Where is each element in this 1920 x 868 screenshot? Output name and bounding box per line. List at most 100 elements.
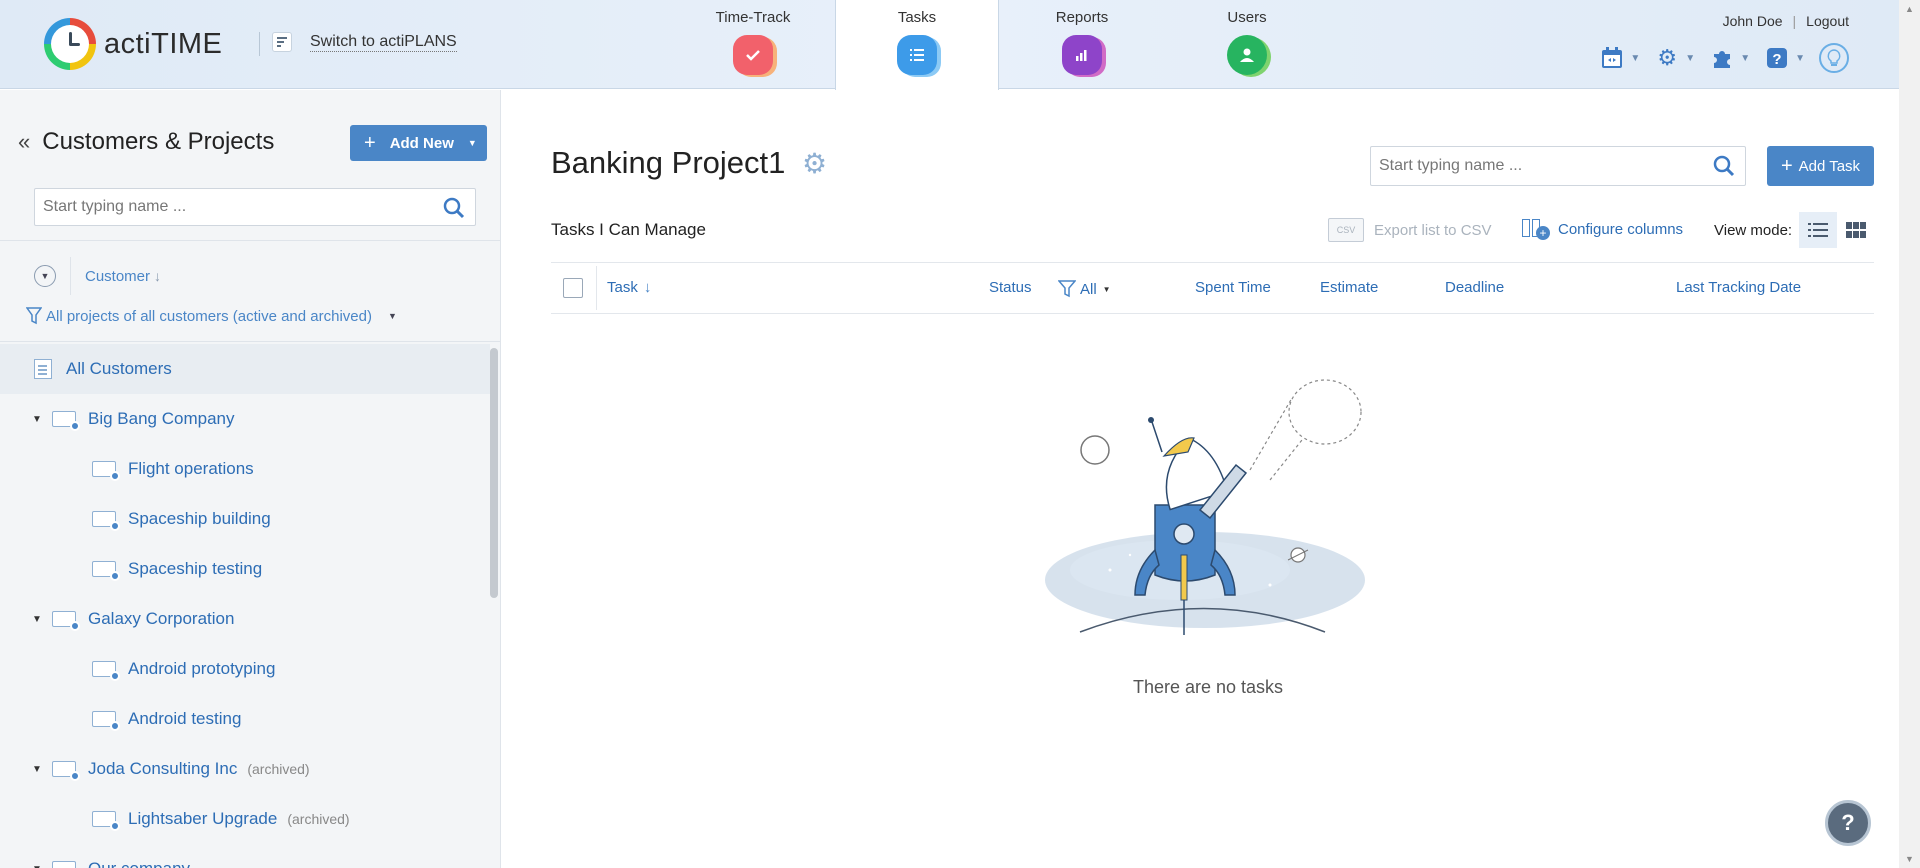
check-icon (733, 35, 773, 75)
tab-users[interactable]: Users (1195, 0, 1299, 89)
tab-time-track[interactable]: Time-Track (701, 0, 805, 89)
scroll-up-arrow-icon[interactable]: ▲ (1905, 4, 1914, 14)
settings-menu[interactable]: ⚙ ▼ (1654, 45, 1695, 71)
lightbulb-icon[interactable] (1819, 43, 1849, 73)
sort-arrow-icon: ↓ (643, 279, 652, 296)
actitime-logo[interactable]: actiTIME (44, 18, 222, 70)
customer-item[interactable]: ▼ Big Bang Company (0, 394, 490, 444)
tab-time-track-label: Time-Track (715, 9, 791, 26)
tab-reports-label: Reports (1055, 9, 1109, 26)
project-folder-icon (92, 509, 120, 531)
project-item[interactable]: Flight operations (0, 444, 490, 494)
filter-icon (26, 307, 42, 325)
sort-arrow-icon: ↓ (154, 268, 162, 284)
export-label: Export list to CSV (1374, 221, 1492, 239)
configure-columns-link[interactable]: + Configure columns (1522, 218, 1683, 240)
divider (0, 240, 500, 241)
task-search-field[interactable] (1370, 146, 1751, 186)
project-item[interactable]: Lightsaber Upgrade (archived) (0, 794, 490, 844)
search-icon[interactable] (443, 197, 465, 219)
project-item[interactable]: Spaceship testing (0, 544, 490, 594)
column-header-deadline[interactable]: Deadline (1445, 279, 1504, 296)
tree-scrollbar[interactable] (490, 348, 498, 598)
project-item[interactable]: Spaceship building (0, 494, 490, 544)
archived-tag: (archived) (287, 811, 350, 827)
logo-text: actiTIME (104, 27, 223, 60)
project-folder-icon (92, 459, 120, 481)
project-item[interactable]: Android testing (0, 694, 490, 744)
header-divider (259, 32, 260, 56)
customer-search-input[interactable] (35, 189, 415, 225)
tab-tasks[interactable]: Tasks (835, 0, 999, 90)
list-view-button[interactable] (1799, 212, 1837, 248)
column-header-spent-time[interactable]: Spent Time (1195, 279, 1271, 296)
chevron-down-icon: ▼ (1795, 52, 1805, 64)
switch-to-actiplans-link[interactable]: Switch to actiPLANS (272, 32, 457, 52)
sort-row: ▼ Customer ↓ (34, 257, 161, 295)
project-filter[interactable]: All projects of all customers (active an… (26, 306, 397, 326)
clock-logo-icon (44, 18, 96, 70)
search-icon[interactable] (1713, 155, 1735, 177)
customer-item[interactable]: ▼ Galaxy Corporation (0, 594, 490, 644)
logout-link[interactable]: Logout (1806, 13, 1849, 29)
help-menu[interactable]: ? ▼ (1764, 45, 1805, 71)
customer-search-field[interactable] (34, 188, 476, 226)
customer-folder-icon (52, 859, 78, 868)
filter-label: All projects of all customers (active an… (46, 307, 372, 325)
add-new-button[interactable]: + Add New ▼ (350, 125, 487, 161)
column-header-task[interactable]: Task ↓ (607, 279, 651, 296)
grid-view-button[interactable] (1837, 212, 1875, 248)
column-header-status[interactable]: Status (989, 279, 1032, 296)
add-task-label: Add Task (1798, 157, 1861, 175)
panel-title: « Customers & Projects (18, 128, 274, 156)
divider (551, 262, 1874, 263)
expand-toggle-icon[interactable]: ▼ (32, 864, 48, 868)
panel-title-text: Customers & Projects (42, 128, 275, 155)
list-doc-icon (34, 359, 52, 379)
project-folder-icon (92, 659, 120, 681)
scroll-down-arrow-icon[interactable]: ▼ (1905, 854, 1914, 864)
grid-view-icon (1846, 222, 1866, 238)
task-search-input[interactable] (1371, 147, 1751, 185)
sort-by-customer[interactable]: Customer (85, 268, 150, 285)
customer-folder-icon (52, 409, 80, 431)
customer-label: Our company (88, 859, 190, 868)
project-folder-icon (92, 809, 120, 831)
select-all-checkbox[interactable] (563, 278, 583, 298)
customers-projects-panel: « Customers & Projects + Add New ▼ ▼ Cus… (0, 90, 501, 868)
expand-toggle-icon[interactable]: ▼ (32, 764, 48, 775)
archived-tag: (archived) (247, 761, 310, 777)
customer-folder-icon (52, 759, 80, 781)
configure-columns-icon: + (1522, 218, 1550, 240)
customer-item[interactable]: ▼ Joda Consulting Inc (archived) (0, 744, 490, 794)
customer-item[interactable]: ▼ Our company (0, 844, 490, 868)
chevron-down-icon: ▼ (1630, 52, 1641, 64)
export-csv-link[interactable]: CSV Export list to CSV (1328, 218, 1492, 242)
gear-icon: ⚙ (1657, 45, 1678, 70)
section-title: Tasks I Can Manage (551, 220, 706, 239)
add-task-button[interactable]: + Add Task (1767, 146, 1874, 186)
project-label: Android prototyping (128, 659, 276, 678)
help-button[interactable]: ? (1825, 800, 1871, 846)
project-label: Spaceship testing (128, 559, 263, 578)
list-icon (897, 35, 937, 75)
tab-reports[interactable]: Reports (1030, 0, 1134, 89)
column-header-last-tracking-date[interactable]: Last Tracking Date (1676, 279, 1801, 296)
project-item[interactable]: Android prototyping (0, 644, 490, 694)
collapse-panel-icon[interactable]: « (18, 129, 30, 155)
user-name[interactable]: John Doe (1723, 13, 1783, 29)
project-folder-icon (92, 559, 120, 581)
column-header-estimate[interactable]: Estimate (1320, 279, 1378, 296)
expand-toggle-icon[interactable]: ▼ (32, 614, 48, 625)
project-settings-gear-icon[interactable]: ⚙ (802, 150, 830, 178)
calendar-menu[interactable]: ▼ (1599, 45, 1640, 71)
addons-menu[interactable]: ▼ (1709, 45, 1750, 71)
all-customers-item[interactable]: All Customers (0, 344, 490, 394)
expand-toggle-icon[interactable]: ▼ (32, 414, 48, 425)
chevron-down-icon: ▼ (1740, 52, 1751, 64)
status-filter[interactable]: All ▼ (1058, 279, 1111, 299)
page-scrollbar[interactable]: ▲ ▼ (1899, 0, 1920, 868)
chart-icon (1062, 35, 1102, 75)
expand-all-toggle[interactable]: ▼ (34, 265, 56, 287)
actiplans-icon (272, 32, 292, 52)
